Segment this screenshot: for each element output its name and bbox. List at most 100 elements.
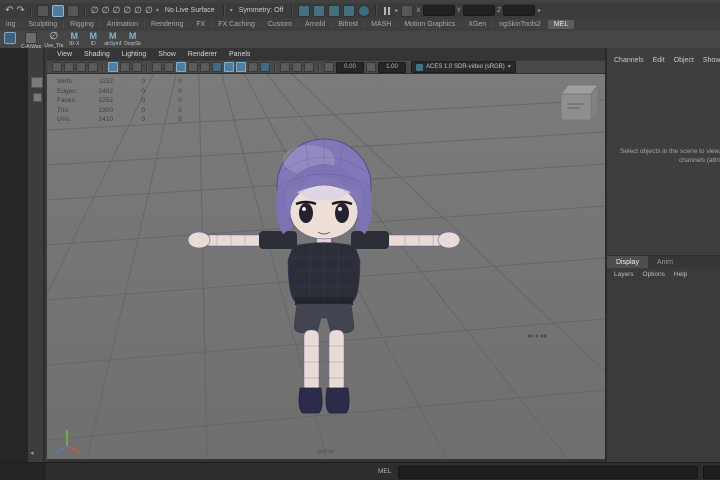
lock-camera-icon[interactable] — [64, 62, 74, 72]
gamma-input[interactable]: 1.00 — [378, 61, 406, 73]
wireframe-icon[interactable] — [152, 62, 162, 72]
anti-aliasing-icon[interactable] — [224, 62, 234, 72]
shelf-button-7[interactable]: M DorpSk — [124, 32, 141, 47]
shelf-tab-arnold[interactable]: Arnold — [299, 20, 333, 29]
shelf-button-6[interactable]: M abSymf — [104, 32, 121, 47]
shelf-tab-xgen[interactable]: XGen — [462, 20, 494, 29]
menu-lighting[interactable]: Lighting — [122, 51, 147, 58]
hypershade-icon[interactable] — [343, 4, 356, 17]
render-settings-icon[interactable] — [328, 4, 341, 17]
select-tool-icon[interactable] — [31, 77, 43, 88]
textured-icon[interactable] — [176, 62, 186, 72]
select-camera-icon[interactable] — [52, 62, 62, 72]
mel-language-toggle[interactable]: MEL — [378, 468, 391, 475]
ipr-render-icon[interactable] — [313, 4, 326, 17]
camera-attributes-icon[interactable] — [76, 62, 86, 72]
shelf-button-4[interactable]: M ID-X — [66, 32, 82, 47]
shelf-button-3[interactable]: ∅ Use_Tfa — [44, 32, 63, 49]
shelf-tab-fx-caching[interactable]: FX Caching — [212, 20, 262, 29]
screen-space-ao-icon[interactable] — [212, 62, 222, 72]
menu-renderer[interactable]: Renderer — [188, 51, 217, 58]
resolution-gate-icon[interactable] — [304, 62, 314, 72]
make-live-icon[interactable]: ∅ — [134, 6, 142, 15]
y-coord-input[interactable] — [463, 5, 495, 16]
snap-to-viewplane-icon[interactable]: ∅ — [145, 6, 153, 15]
x-coord-label: X — [416, 7, 421, 14]
image-plane-icon[interactable] — [108, 62, 118, 72]
shelf-button-5[interactable]: M ID — [85, 32, 101, 47]
command-result-field[interactable] — [703, 466, 720, 479]
chevron-down-icon[interactable]: ▾ — [156, 8, 159, 14]
viewport-canvas[interactable]: Verts: 1152 0 0 Edges: 2402 0 0 Faces: 1… — [47, 74, 605, 459]
xray-joints-icon[interactable] — [260, 62, 270, 72]
menu-show[interactable]: Show — [158, 51, 176, 58]
menu-object[interactable]: Object — [674, 57, 694, 64]
snap-to-grid-icon[interactable] — [36, 4, 49, 17]
render-current-frame-icon[interactable] — [358, 4, 371, 17]
object-details-icon[interactable] — [401, 4, 414, 17]
colorspace-select[interactable]: ACES 1.0 SDR-video (sRGB) ▾ — [411, 61, 516, 73]
isolate-select-icon[interactable] — [280, 62, 290, 72]
redo-icon[interactable]: ↷ — [16, 5, 24, 16]
shelf-tab-animation[interactable]: Animation — [101, 20, 146, 29]
exposure-input[interactable]: 0.00 — [336, 61, 364, 73]
lasso-tool-icon[interactable] — [33, 93, 42, 102]
chevron-down-icon[interactable]: ▾ — [230, 8, 233, 14]
snap-to-points-icon[interactable] — [66, 4, 79, 17]
shelf-button-1[interactable] — [2, 32, 18, 44]
wireframe-on-shaded-icon[interactable] — [236, 62, 246, 72]
shelf-tab-sculpting[interactable]: Sculpting — [22, 20, 65, 29]
selection-mask-component-icon[interactable]: ∅ — [112, 6, 120, 15]
menu-show[interactable]: Show — [703, 57, 720, 64]
collapse-panel-arrow-icon[interactable]: ◂ — [30, 449, 34, 457]
bookmarks-icon[interactable] — [88, 62, 98, 72]
arrow-right-icon[interactable]: ▸ — [395, 8, 398, 14]
grease-pencil-icon[interactable] — [132, 62, 142, 72]
gamma-icon[interactable] — [366, 62, 376, 72]
menu-edit[interactable]: Edit — [653, 57, 665, 64]
menu-view[interactable]: View — [57, 51, 72, 58]
undo-icon[interactable]: ↶ — [5, 5, 13, 16]
live-surface-dropdown[interactable]: No Live Surface — [162, 7, 218, 14]
field-chart-icon[interactable] — [292, 62, 302, 72]
shaded-icon[interactable] — [164, 62, 174, 72]
shelf-tab-custom[interactable]: Custom — [262, 20, 299, 29]
shadows-icon[interactable] — [200, 62, 210, 72]
symmetry-label: Symmetry: Off — [238, 7, 284, 14]
menu-help[interactable]: Help — [674, 271, 687, 278]
box-prop[interactable] — [560, 83, 599, 122]
x-coord-input[interactable] — [422, 5, 455, 16]
selection-mask-object-icon[interactable]: ∅ — [102, 6, 110, 15]
arrow-right-icon[interactable]: ▸ — [538, 8, 541, 14]
render-view-icon[interactable] — [298, 4, 311, 17]
shelf-tab-mash[interactable]: MASH — [365, 20, 399, 29]
2d-pan-zoom-icon[interactable] — [120, 62, 130, 72]
snap-to-curves-icon[interactable] — [51, 4, 64, 17]
z-coord-input[interactable] — [502, 5, 535, 16]
character-model[interactable] — [187, 138, 461, 414]
shelf-tab-mel[interactable]: MEL — [547, 20, 575, 29]
symmetry-dropdown[interactable]: Symmetry: Off — [236, 7, 287, 14]
command-input[interactable] — [398, 466, 698, 479]
shelf-tab-fx[interactable]: FX — [190, 20, 213, 29]
menu-options[interactable]: Options — [643, 271, 665, 278]
snap-to-projected-center-icon[interactable]: ∅ — [123, 6, 131, 15]
shelf-tab-ngskintools2[interactable]: ngSkinTools2 — [493, 20, 548, 29]
selection-mask-hierarchy-icon[interactable]: ∅ — [91, 6, 99, 15]
menu-shading[interactable]: Shading — [84, 51, 110, 58]
tab-anim[interactable]: Anim — [648, 256, 682, 268]
menu-panels[interactable]: Panels — [229, 51, 250, 58]
pause-icon[interactable] — [384, 6, 391, 15]
shelf-tab-rigging[interactable]: Rigging — [64, 20, 101, 29]
shelf-tab-rendering[interactable]: Rendering — [145, 20, 191, 29]
left-sleeve — [259, 231, 297, 249]
menu-channels[interactable]: Channels — [614, 57, 644, 64]
shelf-tab-modeling[interactable]: ing — [0, 20, 23, 29]
exposure-icon[interactable] — [324, 62, 334, 72]
shelf-tab-motion-graphics[interactable]: Motion Graphics — [398, 20, 463, 29]
tab-display[interactable]: Display — [607, 256, 648, 268]
menu-layers[interactable]: Layers — [614, 271, 634, 278]
shelf-tab-bifrost[interactable]: Bifrost — [332, 20, 366, 29]
xray-icon[interactable] — [248, 62, 258, 72]
use-all-lights-icon[interactable] — [188, 62, 198, 72]
